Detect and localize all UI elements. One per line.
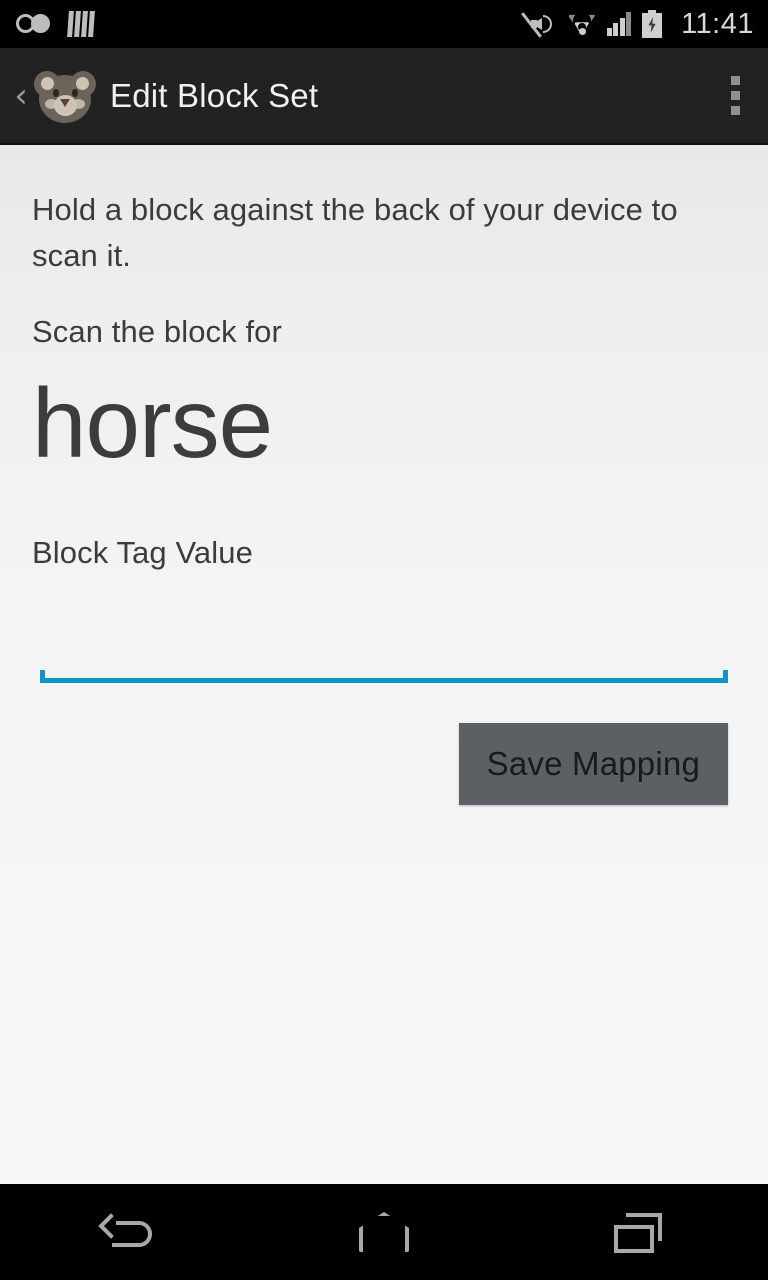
voicemail-icon [16, 14, 50, 34]
block-tag-value-label: Block Tag Value [32, 535, 253, 571]
save-mapping-button[interactable]: Save Mapping [458, 723, 728, 806]
nav-home-button[interactable] [304, 1184, 464, 1280]
input-tick-right [723, 670, 728, 684]
cellular-signal-icon [606, 12, 632, 36]
main-content: Hold a block against the back of your de… [0, 145, 768, 1184]
status-bar-left-icons [16, 11, 95, 37]
bear-face-icon[interactable] [34, 67, 96, 125]
scan-prompt-text: Scan the block for [32, 314, 282, 350]
wifi-icon [567, 13, 596, 35]
input-tick-left [40, 670, 45, 684]
overflow-menu-icon[interactable] [723, 72, 748, 119]
status-bar-right-icons: 11:41 [520, 7, 754, 41]
nav-back-button[interactable] [48, 1184, 208, 1280]
battery-charging-icon [642, 10, 663, 38]
back-up-caret-icon[interactable]: ‹ [10, 79, 32, 113]
recents-icon [614, 1211, 666, 1253]
status-bar: 11:41 [0, 0, 768, 48]
volume-muted-icon [520, 12, 557, 38]
nav-recents-button[interactable] [560, 1184, 720, 1280]
navigation-bar [0, 1184, 768, 1280]
status-bar-clock: 11:41 [681, 7, 754, 40]
action-bar: ‹ Edit Block Set [0, 48, 768, 145]
target-block-word: horse [32, 368, 273, 479]
block-tag-value-input[interactable] [32, 631, 736, 680]
scan-instruction-text: Hold a block against the back of your de… [32, 192, 678, 273]
block-tag-value-field-wrapper [32, 631, 736, 684]
phone-screen: 11:41 ‹ Edit Block Set Hold a block agai… [0, 0, 768, 1280]
barcode-icon [67, 11, 95, 37]
input-underline [40, 678, 728, 684]
back-icon [98, 1211, 154, 1253]
button-row: Save Mapping [32, 723, 736, 806]
home-icon [359, 1212, 409, 1252]
page-title: Edit Block Set [110, 76, 319, 114]
